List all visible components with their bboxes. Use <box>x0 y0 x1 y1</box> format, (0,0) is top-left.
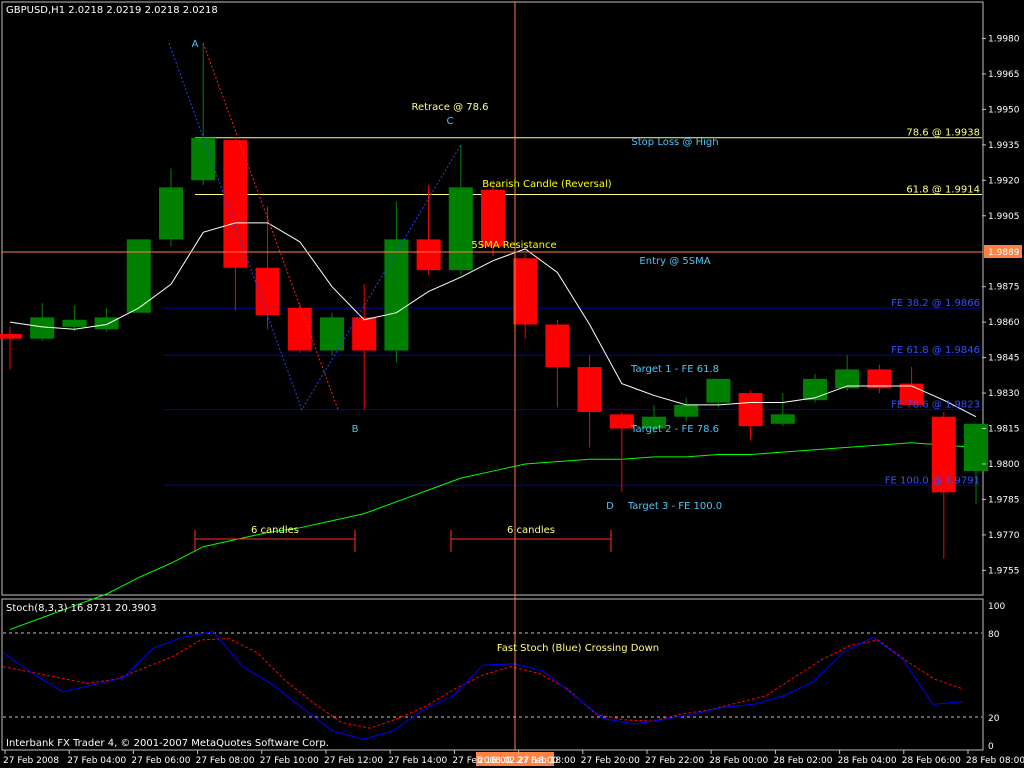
symbol-header: GBPUSD,H1 2.0218 2.0219 2.0218 2.0218 <box>6 5 218 16</box>
candle-body <box>577 367 602 412</box>
candle-count-label: 6 candles <box>251 525 299 536</box>
time-tick-label: 27 Feb 12:00 <box>324 756 383 766</box>
candle-body <box>384 239 409 351</box>
candle-body <box>481 189 505 247</box>
stoch-fast-line <box>2 631 964 740</box>
bearish-candle-label: Bearish Candle (Reversal) <box>482 179 612 190</box>
sma-resistance-label: 5SMA Resistance <box>471 240 556 251</box>
price-tick-label: 1.9800 <box>988 460 1020 470</box>
time-tick-label: 27 Feb 2008 <box>3 756 59 766</box>
fib-level-label: FE 78.6 @ 1.9823 <box>891 400 980 411</box>
stoch-panel-border <box>1 598 984 751</box>
time-tick-label: 27 Feb 04:00 <box>67 756 126 766</box>
time-tick-label: 27 Feb 20:00 <box>581 756 640 766</box>
stoch-tick-label: 20 <box>988 714 1000 724</box>
fib-level-label: FE 38.2 @ 1.9866 <box>891 298 980 309</box>
candle-body <box>706 378 731 403</box>
price-tick-label: 1.9860 <box>988 318 1020 328</box>
time-tick-label: 28 Feb 00:00 <box>709 756 768 766</box>
sma-long-line <box>9 442 977 630</box>
price-tick-label: 1.9905 <box>988 212 1020 222</box>
price-tick-label: 1.9935 <box>988 141 1020 151</box>
candle-body <box>545 324 570 368</box>
point-c-label: C <box>447 116 454 127</box>
price-tick-label: 1.9950 <box>988 105 1020 115</box>
candle-body <box>738 393 763 427</box>
candle-body <box>223 140 248 268</box>
candle-body <box>674 404 699 417</box>
time-tick-label: 27 Feb 16:00 <box>452 756 511 766</box>
fib-level-label: FE 100.0 @ 1.9791 <box>885 475 980 486</box>
time-tick-label: 28 Feb 04:00 <box>838 756 897 766</box>
price-tick-label: 1.9980 <box>988 34 1020 44</box>
candle-body <box>416 239 441 271</box>
fib-level-label: 78.6 @ 1.9938 <box>906 128 980 139</box>
price-tick-label: 1.9755 <box>988 566 1020 576</box>
stoch-slow-line <box>2 638 964 729</box>
target-1-label: Target 1 - FE 61.8 <box>630 364 719 375</box>
candle-body <box>770 414 795 424</box>
time-tick-label: 27 Feb 10:00 <box>260 756 319 766</box>
price-tick-label: 1.9815 <box>988 425 1020 435</box>
point-a-label: A <box>192 39 199 50</box>
fib-level-label: 61.8 @ 1.9914 <box>906 184 980 195</box>
candle-body <box>513 258 538 325</box>
point-b-label: B <box>352 424 359 435</box>
stoch-tick-label: 100 <box>988 602 1005 612</box>
candle-body <box>448 187 473 271</box>
price-tick-label: 1.9770 <box>988 531 1020 541</box>
fib-level-label: FE 61.8 @ 1.9846 <box>891 345 980 356</box>
entry-label: Entry @ 5SMA <box>639 256 710 267</box>
stoch-header: Stoch(8,3,3) 16.8731 20.3903 <box>6 603 157 614</box>
time-tick-label: 28 Feb 02:00 <box>773 756 832 766</box>
chart-canvas[interactable]: GBPUSD,H1 2.0218 2.0219 2.0218 2.0218 St… <box>0 0 1024 768</box>
stoch-annotation: Fast Stoch (Blue) Crossing Down <box>497 643 659 654</box>
price-tick-label: 1.9830 <box>988 389 1020 399</box>
stoch-tick-label: 80 <box>988 630 1000 640</box>
time-tick-label: 27 Feb 18:00 <box>517 756 576 766</box>
platform-footer: Interbank FX Trader 4, © 2001-2007 MetaQ… <box>6 738 329 749</box>
candle-body <box>352 317 377 351</box>
candle-body <box>0 333 22 339</box>
retrace-label: Retrace @ 78.6 <box>411 102 488 113</box>
current-price-label: 1.9889 <box>988 248 1020 258</box>
time-tick-label: 27 Feb 14:00 <box>388 756 447 766</box>
abcd-pattern-line <box>168 43 462 411</box>
stoch-tick-label: 0 <box>988 742 994 752</box>
price-tick-label: 1.9785 <box>988 495 1020 505</box>
time-tick-label: 28 Feb 06:00 <box>902 756 961 766</box>
price-tick-label: 1.9920 <box>988 176 1020 186</box>
time-tick-label: 27 Feb 22:00 <box>645 756 704 766</box>
stop-loss-label: Stop Loss @ High <box>631 137 718 148</box>
time-tick-label: 27 Feb 08:00 <box>196 756 255 766</box>
stochastic-chart[interactable] <box>2 631 982 740</box>
price-chart[interactable] <box>0 43 988 630</box>
price-tick-label: 1.9845 <box>988 354 1020 364</box>
target-3-label: Target 3 - FE 100.0 <box>627 501 722 512</box>
time-tick-label: 27 Feb 06:00 <box>131 756 190 766</box>
candle-body <box>62 319 87 327</box>
candle-body <box>159 187 183 240</box>
price-tick-label: 1.9875 <box>988 283 1020 293</box>
candle-count-label: 6 candles <box>507 525 555 536</box>
axes: 1.9980 1.9965 1.9950 1.9935 1.9920 1.9905 1.98… <box>3 34 1024 766</box>
time-tick-label: 28 Feb 08:00 <box>966 756 1024 766</box>
candle-body <box>803 378 827 401</box>
price-tick-label: 1.9965 <box>988 70 1020 80</box>
target-2-label: Target 2 - FE 78.6 <box>630 424 719 435</box>
candle-body <box>94 317 119 330</box>
candle-body <box>191 137 216 181</box>
candle-body <box>30 317 55 339</box>
point-d-label: D <box>606 501 614 512</box>
